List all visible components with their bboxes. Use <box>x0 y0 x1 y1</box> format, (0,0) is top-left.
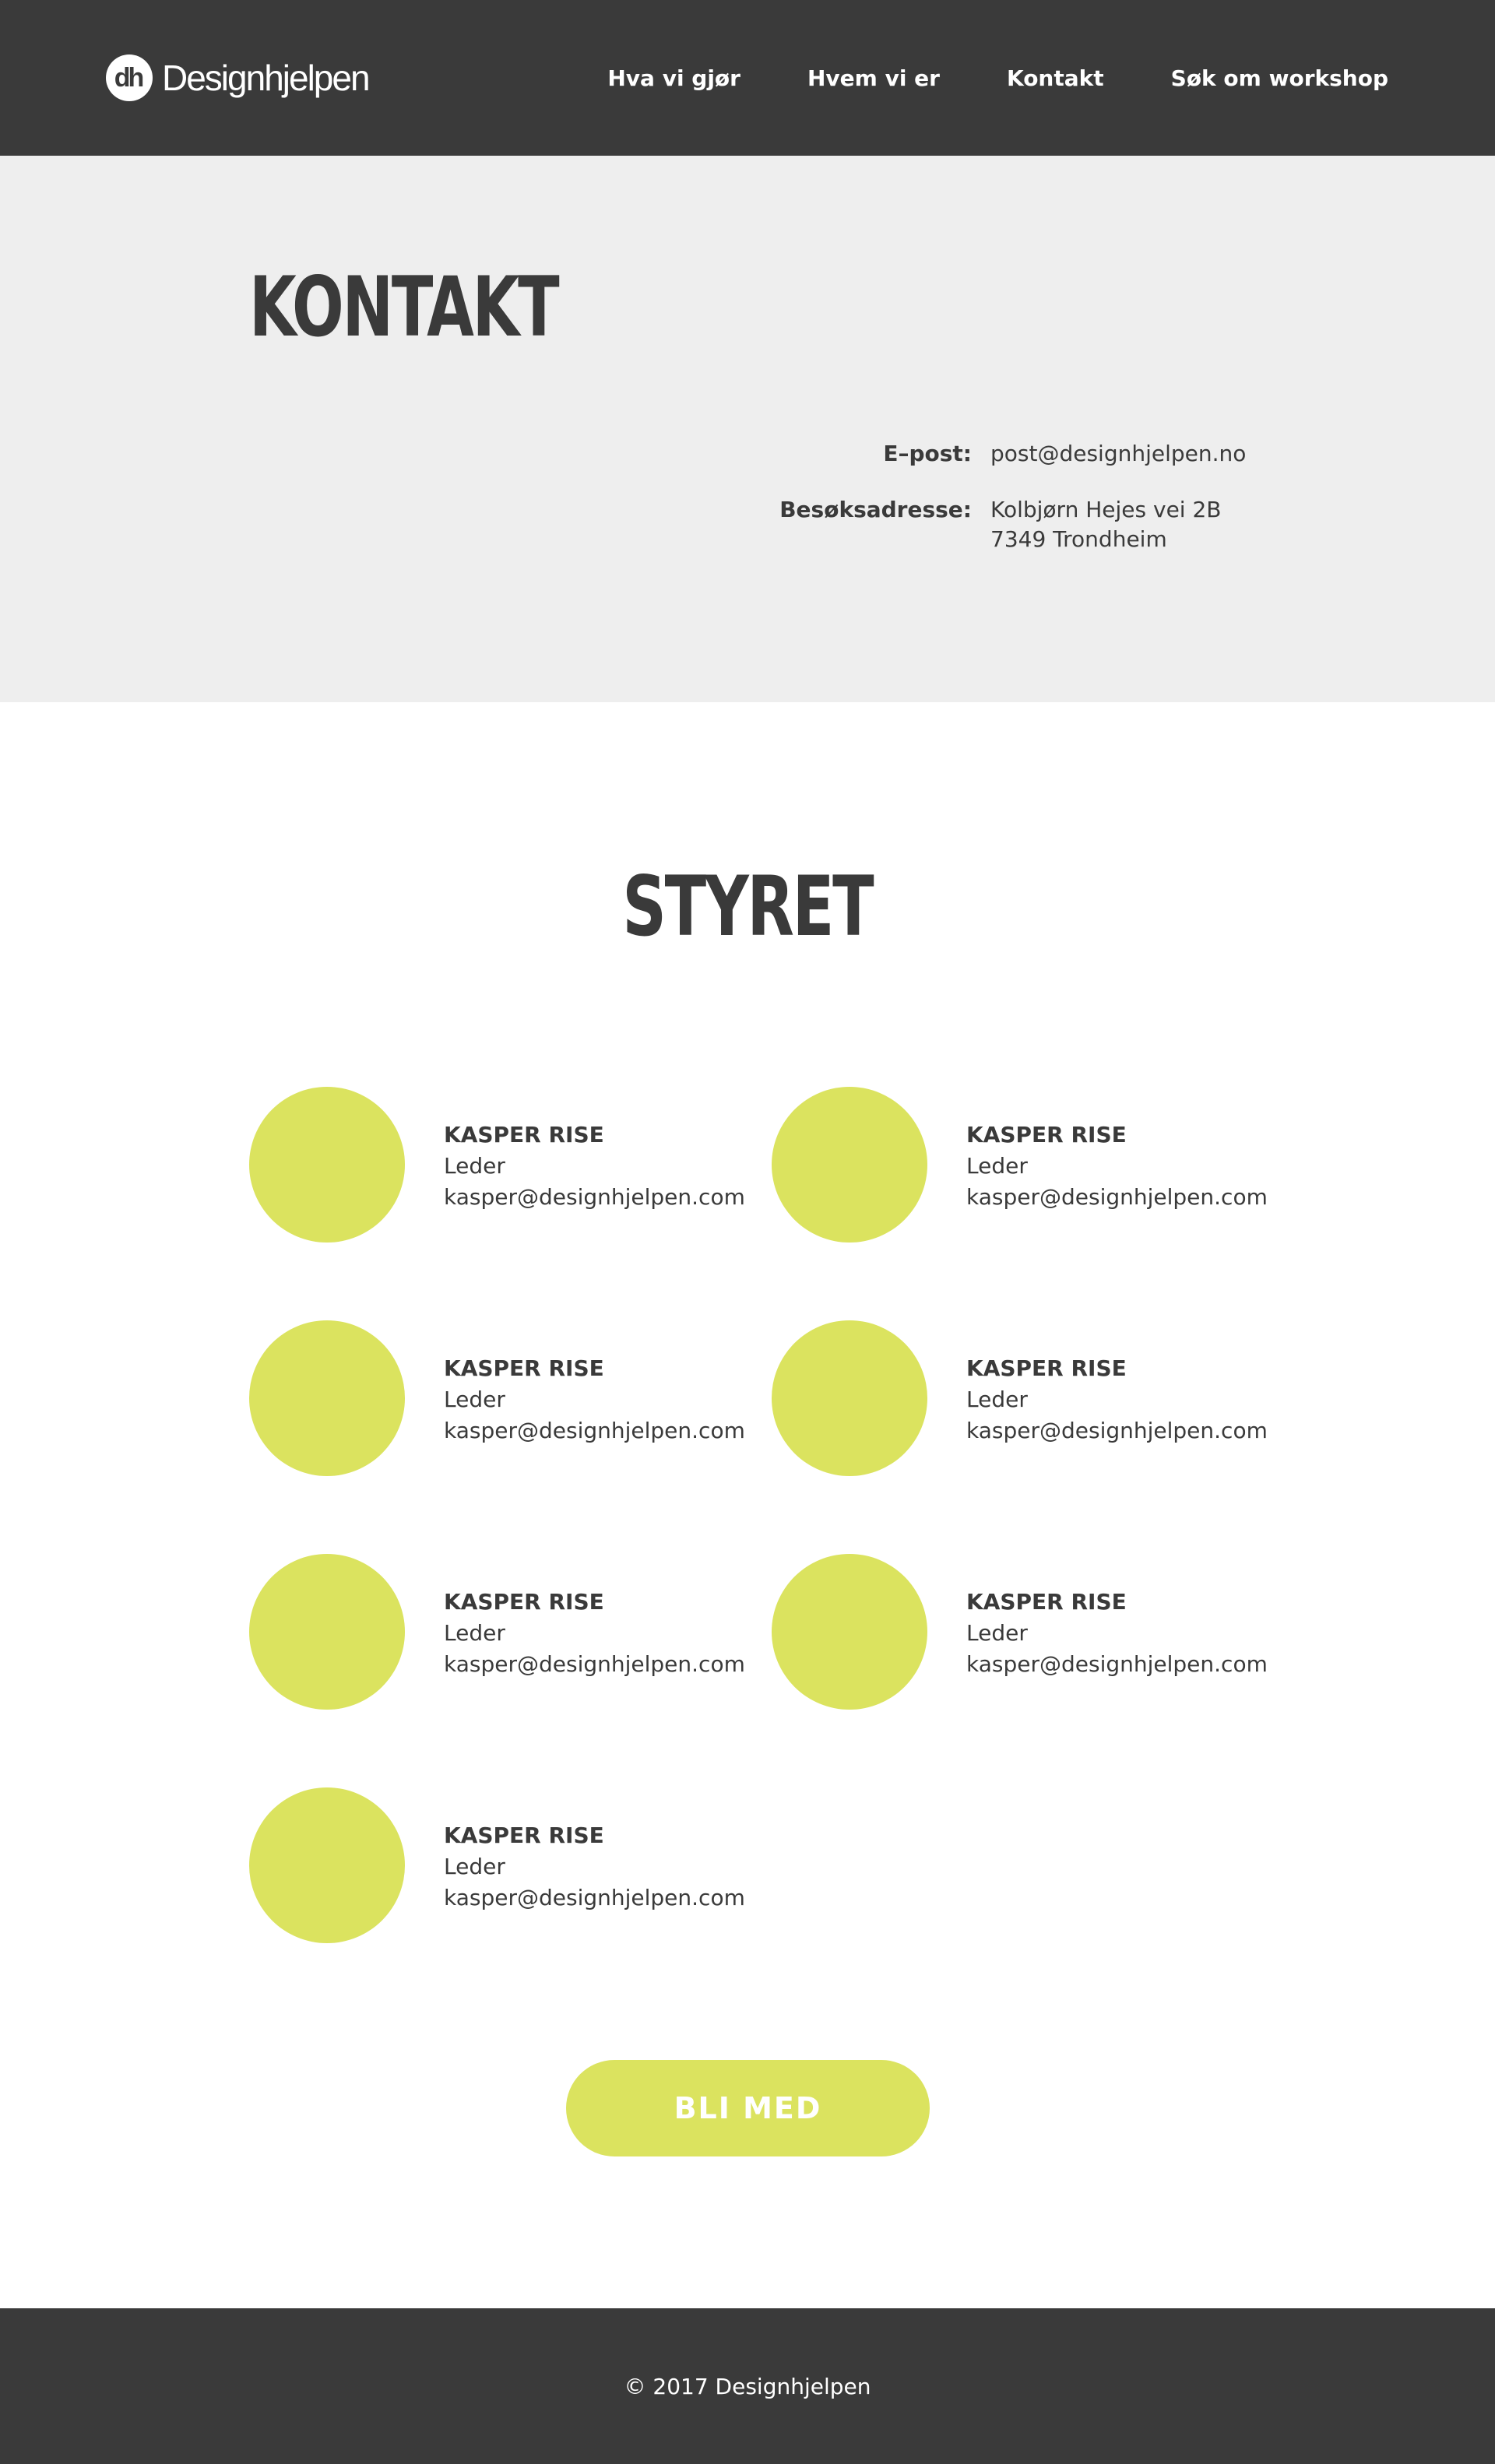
member-role: Leder <box>444 1387 505 1412</box>
member-name: KASPER RISE <box>444 1589 604 1615</box>
member-avatar <box>772 1554 927 1710</box>
address-line-1: Kolbjørn Hejes vei 2B <box>990 497 1222 522</box>
member-email[interactable]: kasper@designhjelpen.com <box>444 1882 745 1914</box>
nav-link-kontakt[interactable]: Kontakt <box>1007 65 1104 91</box>
board-member-card: KASPER RISE Leder kasper@designhjelpen.c… <box>249 1087 755 1243</box>
nav-link-sok-om-workshop[interactable]: Søk om workshop <box>1171 65 1388 91</box>
address-value: Kolbjørn Hejes vei 2B 7349 Trondheim <box>990 495 1302 554</box>
nav-link-hvem-vi-er[interactable]: Hvem vi er <box>807 65 940 91</box>
member-email[interactable]: kasper@designhjelpen.com <box>444 1182 745 1213</box>
member-name: KASPER RISE <box>966 1589 1127 1615</box>
site-footer: © 2017 Designhjelpen <box>0 2308 1495 2464</box>
member-role: Leder <box>966 1153 1028 1179</box>
board-member-card: KASPER RISE Leder kasper@designhjelpen.c… <box>772 1554 1278 1710</box>
email-label: E–post: <box>883 441 972 466</box>
board-member-card: KASPER RISE Leder kasper@designhjelpen.c… <box>772 1087 1278 1243</box>
contact-title: KONTAKT <box>249 259 560 355</box>
board-member-card: KASPER RISE Leder kasper@designhjelpen.c… <box>249 1554 755 1710</box>
member-avatar <box>249 1087 405 1243</box>
contact-section: KONTAKT E–post: post@designhjelpen.no Be… <box>0 156 1495 702</box>
member-role: Leder <box>444 1620 505 1646</box>
member-name: KASPER RISE <box>444 1122 604 1148</box>
board-title: STYRET <box>622 859 874 954</box>
address-label: Besøksadresse: <box>779 497 972 522</box>
address-line-2: 7349 Trondheim <box>990 526 1167 552</box>
board-member-card: KASPER RISE Leder kasper@designhjelpen.c… <box>249 1320 755 1476</box>
member-email[interactable]: kasper@designhjelpen.com <box>444 1649 745 1680</box>
member-avatar <box>772 1320 927 1476</box>
member-name: KASPER RISE <box>966 1122 1127 1148</box>
member-role: Leder <box>966 1620 1028 1646</box>
logo-mark-text: dh <box>114 62 145 93</box>
board-member-card: KASPER RISE Leder kasper@designhjelpen.c… <box>772 1320 1278 1476</box>
member-name: KASPER RISE <box>444 1823 604 1848</box>
nav-link-hva-vi-gjor[interactable]: Hva vi gjør <box>607 65 740 91</box>
member-email[interactable]: kasper@designhjelpen.com <box>966 1415 1268 1446</box>
member-email[interactable]: kasper@designhjelpen.com <box>444 1415 745 1446</box>
member-role: Leder <box>444 1153 505 1179</box>
footer-copyright: © 2017 Designhjelpen <box>624 2373 871 2399</box>
member-avatar <box>772 1087 927 1243</box>
main-nav: Hva vi gjør Hvem vi er Kontakt Søk om wo… <box>607 0 1388 156</box>
member-role: Leder <box>966 1387 1028 1412</box>
contact-address-row: Besøksadresse: Kolbjørn Hejes vei 2B 734… <box>632 495 1302 554</box>
member-email[interactable]: kasper@designhjelpen.com <box>966 1649 1268 1680</box>
member-email[interactable]: kasper@designhjelpen.com <box>966 1182 1268 1213</box>
member-name: KASPER RISE <box>444 1355 604 1381</box>
board-member-card: KASPER RISE Leder kasper@designhjelpen.c… <box>249 1787 755 1943</box>
logo[interactable]: dh Designhjelpen <box>106 53 371 103</box>
member-avatar <box>249 1320 405 1476</box>
contact-email-row: E–post: post@designhjelpen.no <box>632 439 1302 469</box>
site-header: dh Designhjelpen Hva vi gjør Hvem vi er … <box>0 0 1495 156</box>
board-title-wrap: STYRET <box>0 866 1495 948</box>
member-role: Leder <box>444 1854 505 1879</box>
member-avatar <box>249 1787 405 1943</box>
join-button[interactable]: BLI MED <box>566 2060 930 2156</box>
email-value[interactable]: post@designhjelpen.no <box>990 439 1302 469</box>
member-avatar <box>249 1554 405 1710</box>
logo-icon: dh <box>106 54 153 101</box>
logo-text: Designhjelpen <box>162 58 371 98</box>
member-name: KASPER RISE <box>966 1355 1127 1381</box>
